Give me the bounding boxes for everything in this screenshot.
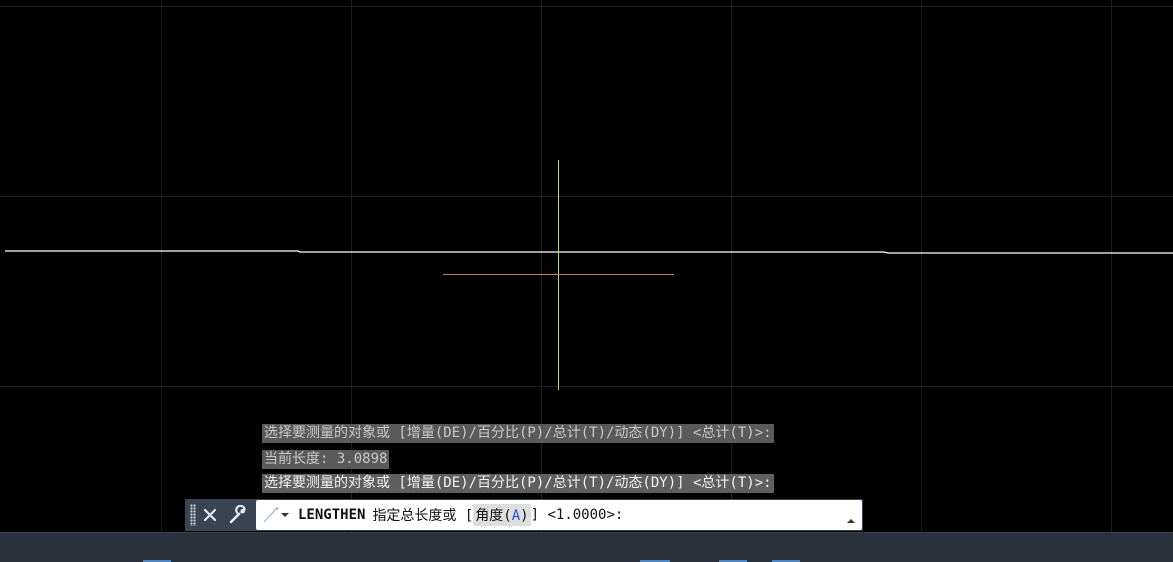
- command-name: LENGTHEN: [298, 507, 366, 523]
- chevron-down-icon: [281, 513, 289, 517]
- prompt-suffix: ] <1.0000>:: [530, 507, 624, 523]
- expand-history-button[interactable]: [846, 510, 856, 529]
- model-space[interactable]: [0, 0, 1173, 532]
- option-angle[interactable]: 角度(A): [473, 504, 531, 526]
- crosshair-cursor: [443, 160, 674, 390]
- status-bar: [0, 532, 1173, 562]
- drawing-canvas[interactable]: [0, 0, 1173, 532]
- grip-handle-icon[interactable]: [190, 504, 196, 526]
- close-icon: [203, 508, 217, 522]
- command-history-line: 选择要测量的对象或 [增量(DE)/百分比(P)/总计(T)/动态(DY)] <…: [262, 474, 774, 493]
- recent-commands-icon: [263, 507, 279, 523]
- command-prompt: LENGTHEN 指定总长度或 [ 角度(A) ] <1.0000>:: [298, 504, 623, 526]
- option-angle-label: 角度(: [475, 508, 512, 524]
- command-history-line: 当前长度: 3.0898: [262, 450, 390, 469]
- customize-button[interactable]: [226, 503, 250, 527]
- wrench-icon: [229, 505, 246, 524]
- command-history-line: 选择要测量的对象或 [增量(DE)/百分比(P)/总计(T)/动态(DY)] <…: [262, 424, 774, 443]
- option-angle-close: ): [520, 508, 529, 524]
- prompt-text: 指定总长度或 [: [372, 508, 474, 524]
- command-input[interactable]: LENGTHEN 指定总长度或 [ 角度(A) ] <1.0000>:: [256, 500, 862, 530]
- recent-commands-button[interactable]: [262, 506, 290, 524]
- expand-up-icon: [847, 519, 855, 523]
- command-line-bar: LENGTHEN 指定总长度或 [ 角度(A) ] <1.0000>:: [185, 499, 863, 531]
- drawn-line[interactable]: [5, 250, 1173, 254]
- option-angle-key: A: [511, 508, 521, 524]
- close-button[interactable]: [198, 503, 222, 527]
- grid: [0, 0, 1173, 532]
